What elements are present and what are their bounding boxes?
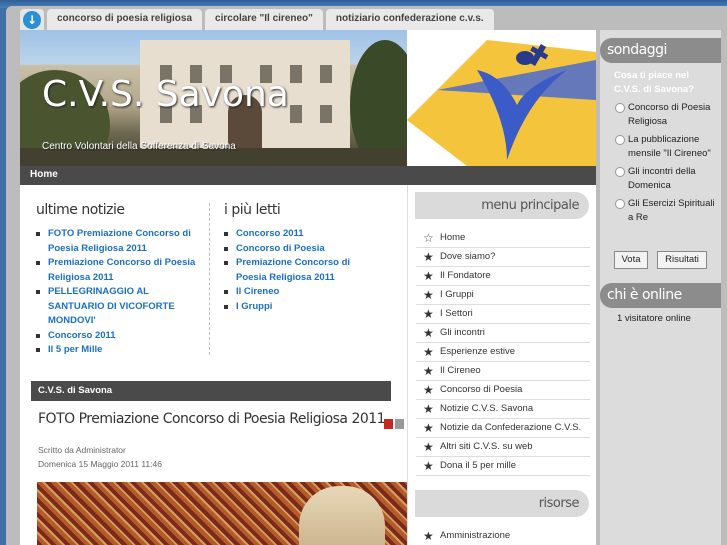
column-divider [209, 203, 210, 355]
arrow-down-icon: ↓ [23, 11, 41, 29]
popular-heading: i più letti [224, 202, 281, 218]
popular-item[interactable]: Concorso 2011 [224, 227, 374, 242]
news-item[interactable]: FOTO Premiazione Concorso di Poesia Reli… [36, 227, 196, 256]
tab-concorso[interactable]: concorso di poesia religiosa [47, 9, 203, 31]
popular-list: Concorso 2011 Concorso di Poesia Premiaz… [224, 227, 374, 314]
star-icon: ★ [423, 250, 434, 264]
menu-item-notizie-savona[interactable]: ★ Notizie C.V.S. Savona [416, 400, 590, 419]
star-icon: ★ [423, 440, 434, 454]
star-icon: ★ [423, 383, 434, 397]
main-menu-heading: menu principale [415, 192, 589, 219]
star-icon: ★ [423, 421, 434, 435]
poll-question: Cosa ti piace nel C.V.S. di Savona? [614, 70, 694, 95]
article-icons [384, 419, 404, 429]
top-tabs: ↓ concorso di poesia religiosa circolare… [20, 9, 494, 31]
menu-item-amministrazione[interactable]: ★ Amministrazione [416, 527, 590, 545]
news-item[interactable]: PELLEGRINAGGIO AL SANTUARIO DI VICOFORTE… [36, 285, 196, 329]
vote-button[interactable]: Vota [614, 251, 648, 269]
poll-option[interactable]: Gli Esercizi Spirituali a Re [615, 197, 715, 225]
resources-heading: risorse [415, 490, 589, 517]
news-list: FOTO Premiazione Concorso di Poesia Reli… [36, 227, 196, 358]
radio-icon[interactable] [615, 199, 625, 209]
pdf-icon[interactable] [384, 419, 393, 429]
article-date: Domenica 15 Maggio 2011 11:46 [38, 459, 162, 469]
site-title: C.V.S. Savona [42, 74, 289, 115]
resources-menu: ★ Amministrazione [416, 527, 590, 545]
header-photo: C.V.S. Savona Centro Volontari della Sof… [20, 30, 407, 166]
menu-item-dove-siamo[interactable]: ★ Dove siamo? [416, 248, 590, 267]
right-sidebar: sondaggi Cosa ti piace nel C.V.S. di Sav… [600, 30, 721, 545]
online-heading: chi è online [600, 283, 721, 308]
main-menu: ☆ Home ★ Dove siamo? ★ Il Fondatore ★ I Grup… [416, 229, 590, 476]
news-item[interactable]: Il 5 per Mille [36, 343, 196, 358]
popular-item[interactable]: Premiazione Concorso di Poesia Religiosa… [224, 256, 374, 285]
menu-item-altri-siti[interactable]: ★ Altri siti C.V.S. su web [416, 438, 590, 457]
star-icon: ★ [423, 459, 434, 473]
star-icon: ★ [423, 345, 434, 359]
news-item[interactable]: Premiazione Concorso di Poesia Religiosa… [36, 256, 196, 285]
star-outline-icon: ☆ [423, 231, 434, 245]
section-bar: C.V.S. di Savona [31, 381, 391, 401]
menu-item-fondatore[interactable]: ★ Il Fondatore [416, 267, 590, 286]
article-image [37, 482, 407, 545]
star-icon: ★ [423, 288, 434, 302]
tab-home[interactable]: ↓ [20, 9, 44, 31]
results-button[interactable]: Risultati [657, 251, 707, 269]
menu-item-notizie-confederazione[interactable]: ★ Notizie da Confederazione C.V.S. [416, 419, 590, 438]
menu-item-settori[interactable]: ★ I Settori [416, 305, 590, 324]
tab-circolare[interactable]: circolare "Il cireneo" [205, 9, 323, 31]
radio-icon[interactable] [615, 167, 625, 177]
nav-bar: Home [20, 166, 596, 185]
menu-column: menu principale ☆ Home ★ Dove siamo? ★ Il F… [407, 185, 596, 545]
star-icon: ★ [423, 364, 434, 378]
news-heading: ultime notizie [36, 202, 125, 218]
menu-item-esperienze[interactable]: ★ Esperienze estive [416, 343, 590, 362]
menu-item-5-per-mille[interactable]: ★ Dona il 5 per mille [416, 457, 590, 476]
poll-option[interactable]: Gli incontri della Domenica [615, 165, 715, 193]
nav-home-link[interactable]: Home [30, 169, 58, 180]
radio-icon[interactable] [615, 103, 625, 113]
online-count: 1 visitatore online [617, 313, 691, 324]
tab-notiziario[interactable]: notiziario confederazione c.v.s. [325, 9, 494, 31]
site-subtitle: Centro Volontari della Sofferenza di Sav… [42, 141, 236, 152]
site-logo [407, 30, 596, 166]
main-content: ultime notizie FOTO Premiazione Concorso… [20, 185, 407, 545]
menu-item-gruppi[interactable]: ★ I Gruppi [416, 286, 590, 305]
poll-heading: sondaggi [600, 38, 721, 63]
poll-option[interactable]: Concorso di Poesia Religiosa [615, 101, 715, 129]
popular-item[interactable]: I Gruppi [224, 300, 374, 315]
star-icon: ★ [423, 307, 434, 321]
star-icon: ★ [423, 529, 434, 543]
article-author: Scritto da Administrator [38, 445, 126, 455]
menu-item-concorso[interactable]: ★ Concorso di Poesia [416, 381, 590, 400]
popular-item[interactable]: Concorso di Poesia [224, 242, 374, 257]
site-header: C.V.S. Savona Centro Volontari della Sof… [20, 30, 596, 166]
print-icon[interactable] [395, 419, 404, 429]
star-icon: ★ [423, 402, 434, 416]
star-icon: ★ [423, 326, 434, 340]
menu-item-home[interactable]: ☆ Home [416, 229, 590, 248]
star-icon: ★ [423, 269, 434, 283]
menu-item-cireneo[interactable]: ★ Il Cireneo [416, 362, 590, 381]
article-title[interactable]: FOTO Premiazione Concorso di Poesia Reli… [38, 411, 386, 427]
radio-icon[interactable] [615, 135, 625, 145]
news-item[interactable]: Concorso 2011 [36, 329, 196, 344]
popular-item[interactable]: Il Cireneo [224, 285, 374, 300]
poll-option[interactable]: La pubblicazione mensile "Il Cireneo" [615, 133, 715, 161]
menu-item-incontri[interactable]: ★ Gli incontri [416, 324, 590, 343]
